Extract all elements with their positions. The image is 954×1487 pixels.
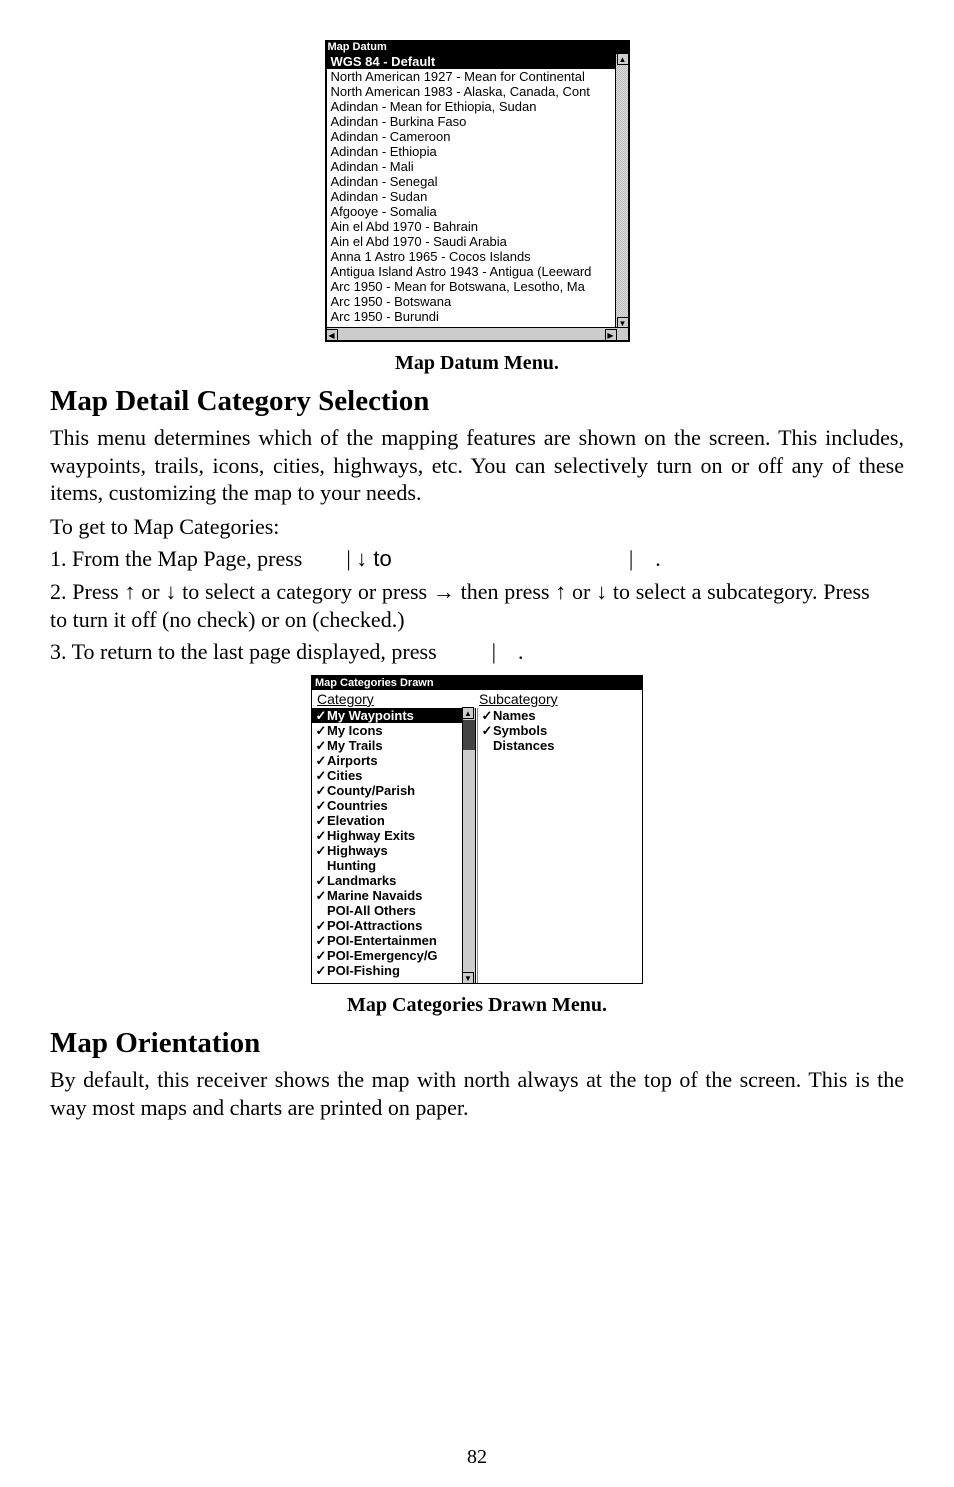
step-fragment: ↓ to bbox=[356, 546, 398, 571]
list-item[interactable]: ✓County/Parish bbox=[312, 783, 463, 798]
list-item[interactable]: Arc 1950 - Mean for Botswana, Lesotho, M… bbox=[327, 279, 616, 294]
list-item[interactable]: Antigua Island Astro 1943 - Antigua (Lee… bbox=[327, 264, 616, 279]
list-item[interactable]: ✓Highways bbox=[312, 843, 463, 858]
list-item[interactable]: Distances bbox=[478, 738, 642, 753]
step-fragment: to turn it off (no check) or on (checked… bbox=[50, 607, 405, 632]
list-item[interactable]: POI-All Others bbox=[312, 903, 463, 918]
horizontal-scrollbar[interactable]: ◀ ▶ bbox=[327, 327, 628, 340]
map-datum-titlebar: Map Datum bbox=[325, 40, 630, 54]
scroll-up-icon[interactable]: ▲ bbox=[462, 707, 474, 719]
map-datum-listbox[interactable]: WGS 84 - Default North American 1927 - M… bbox=[325, 54, 630, 342]
list-item[interactable]: Adindan - Mali bbox=[327, 159, 616, 174]
categories-headers: Category Subcategory bbox=[312, 690, 642, 708]
list-item[interactable]: Adindan - Mean for Ethiopia, Sudan bbox=[327, 99, 616, 114]
section-heading: Map Orientation bbox=[50, 1027, 904, 1060]
list-item[interactable]: North American 1983 - Alaska, Canada, Co… bbox=[327, 84, 616, 99]
categories-screenshot-wrap: Map Categories Drawn Category Subcategor… bbox=[50, 675, 904, 984]
scroll-up-icon[interactable]: ▲ bbox=[617, 53, 629, 65]
list-item[interactable]: ✓Airports bbox=[312, 753, 463, 768]
map-datum-window: Map Datum WGS 84 - Default North America… bbox=[325, 40, 630, 342]
list-item[interactable]: ✓Landmarks bbox=[312, 873, 463, 888]
body-text: To get to Map Categories: bbox=[50, 513, 904, 541]
scroll-right-icon[interactable]: ▶ bbox=[605, 329, 617, 341]
map-datum-caption: Map Datum Menu. bbox=[50, 352, 904, 375]
list-item[interactable]: Adindan - Burkina Faso bbox=[327, 114, 616, 129]
list-item[interactable]: ✓Countries bbox=[312, 798, 463, 813]
map-datum-screenshot-wrap: Map Datum WGS 84 - Default North America… bbox=[50, 40, 904, 342]
list-item[interactable]: Arc 1950 - Botswana bbox=[327, 294, 616, 309]
map-datum-list-inner: WGS 84 - Default North American 1927 - M… bbox=[327, 54, 628, 336]
list-item[interactable]: Hunting bbox=[312, 858, 463, 873]
document-page: Map Datum WGS 84 - Default North America… bbox=[0, 0, 954, 1487]
step-text: 3. To return to the last page displayed,… bbox=[50, 639, 904, 665]
category-header: Category bbox=[312, 691, 477, 707]
vertical-scrollbar[interactable]: ▲ ▼ bbox=[615, 54, 628, 328]
list-item[interactable]: North American 1927 - Mean for Continent… bbox=[327, 69, 616, 84]
subcategory-header: Subcategory bbox=[477, 691, 642, 707]
list-item[interactable]: ✓Highway Exits bbox=[312, 828, 463, 843]
list-item[interactable]: Ain el Abd 1970 - Bahrain bbox=[327, 219, 616, 234]
list-item[interactable]: Adindan - Ethiopia bbox=[327, 144, 616, 159]
list-item[interactable]: ✓Symbols bbox=[478, 723, 642, 738]
step-text: 2. Press ↑ or ↓ to select a category or … bbox=[50, 578, 904, 633]
list-item[interactable]: WGS 84 - Default bbox=[327, 54, 616, 69]
list-item[interactable]: ✓My Icons bbox=[312, 723, 463, 738]
step-fragment: 1. From the Map Page, press bbox=[50, 546, 308, 571]
step-text: 1. From the Map Page, press | ↓ to | . bbox=[50, 546, 904, 572]
list-item[interactable]: Arc 1950 - Burundi bbox=[327, 309, 616, 324]
categories-titlebar: Map Categories Drawn bbox=[312, 676, 642, 690]
subcategory-list[interactable]: ✓Names ✓Symbols Distances bbox=[477, 708, 642, 983]
step-fragment: | . bbox=[492, 639, 524, 664]
categories-window: Map Categories Drawn Category Subcategor… bbox=[311, 675, 643, 984]
list-item[interactable]: ✓My Waypoints bbox=[312, 708, 463, 723]
scroll-left-icon[interactable]: ◀ bbox=[326, 329, 338, 341]
list-item[interactable]: Adindan - Cameroon bbox=[327, 129, 616, 144]
list-item[interactable]: ✓POI-Entertainmen bbox=[312, 933, 463, 948]
scroll-down-icon[interactable]: ▼ bbox=[462, 972, 474, 984]
section-heading: Map Detail Category Selection bbox=[50, 385, 904, 418]
categories-caption: Map Categories Drawn Menu. bbox=[50, 994, 904, 1017]
list-item[interactable]: ✓Elevation bbox=[312, 813, 463, 828]
step-fragment: | . bbox=[629, 546, 661, 571]
categories-body: ✓My Waypoints ✓My Icons ✓My Trails ✓Airp… bbox=[312, 708, 642, 983]
step-fragment: 3. To return to the last page displayed,… bbox=[50, 639, 442, 664]
category-list[interactable]: ✓My Waypoints ✓My Icons ✓My Trails ✓Airp… bbox=[312, 708, 477, 983]
body-text: By default, this receiver shows the map … bbox=[50, 1066, 904, 1121]
page-number: 82 bbox=[0, 1446, 954, 1469]
list-item[interactable]: ✓POI-Attractions bbox=[312, 918, 463, 933]
body-text: This menu determines which of the mappin… bbox=[50, 424, 904, 507]
list-item[interactable]: Ain el Abd 1970 - Saudi Arabia bbox=[327, 234, 616, 249]
step-fragment: 2. Press ↑ or ↓ to select a category or … bbox=[50, 579, 875, 604]
scrollbar-thumb[interactable] bbox=[463, 720, 475, 750]
list-item[interactable]: ✓My Trails bbox=[312, 738, 463, 753]
list-item[interactable]: ✓Names bbox=[478, 708, 642, 723]
list-item[interactable]: ✓POI-Emergency/G bbox=[312, 948, 463, 963]
list-item[interactable]: ✓Marine Navaids bbox=[312, 888, 463, 903]
list-item[interactable]: Adindan - Senegal bbox=[327, 174, 616, 189]
list-item[interactable]: Afgooye - Somalia bbox=[327, 204, 616, 219]
vertical-scrollbar[interactable]: ▲ ▼ bbox=[462, 708, 476, 983]
list-item[interactable]: ✓Cities bbox=[312, 768, 463, 783]
list-item[interactable]: Anna 1 Astro 1965 - Cocos Islands bbox=[327, 249, 616, 264]
list-item[interactable]: Adindan - Sudan bbox=[327, 189, 616, 204]
list-item[interactable]: ✓POI-Fishing bbox=[312, 963, 463, 978]
step-fragment: | bbox=[346, 546, 350, 571]
